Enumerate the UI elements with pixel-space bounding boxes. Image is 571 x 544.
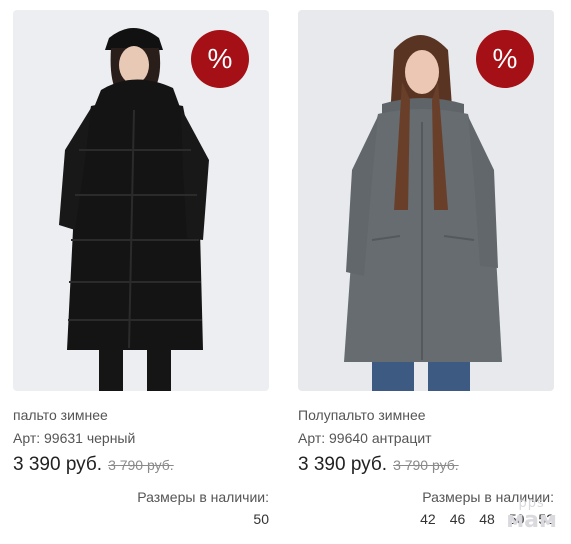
product-name[interactable]: Полупальто зимнее (298, 406, 554, 424)
price-row: 3 390 руб. 3 790 руб. (298, 454, 554, 480)
watermark-logo: pps мам (506, 497, 557, 532)
size-option[interactable]: 48 (479, 511, 495, 527)
product-image[interactable]: % (13, 10, 269, 391)
watermark-big-text: мам (506, 508, 557, 533)
size-option[interactable]: 42 (420, 511, 436, 527)
product-card: % пальто зимнее Арт: 99631 черный 3 390 … (13, 10, 269, 527)
product-card: % Полупальто зимнее Арт: 99640 антрацит … (298, 10, 554, 527)
sizes-list: 50 (13, 511, 269, 527)
discount-badge: % (191, 30, 249, 88)
product-sku: Арт: 99640 антрацит (298, 430, 432, 446)
discount-badge: % (476, 30, 534, 88)
product-sku: Арт: 99631 черный (13, 430, 136, 446)
old-price: 3 790 руб. (393, 457, 459, 473)
price-row: 3 390 руб. 3 790 руб. (13, 454, 269, 480)
size-option[interactable]: 50 (253, 511, 269, 527)
current-price: 3 390 руб. (298, 454, 388, 475)
product-name[interactable]: пальто зимнее (13, 406, 269, 424)
old-price: 3 790 руб. (108, 457, 174, 473)
sizes-label: Размеры в наличии: (137, 489, 269, 505)
current-price: 3 390 руб. (13, 454, 103, 475)
product-image[interactable]: % (298, 10, 554, 391)
size-option[interactable]: 46 (450, 511, 466, 527)
